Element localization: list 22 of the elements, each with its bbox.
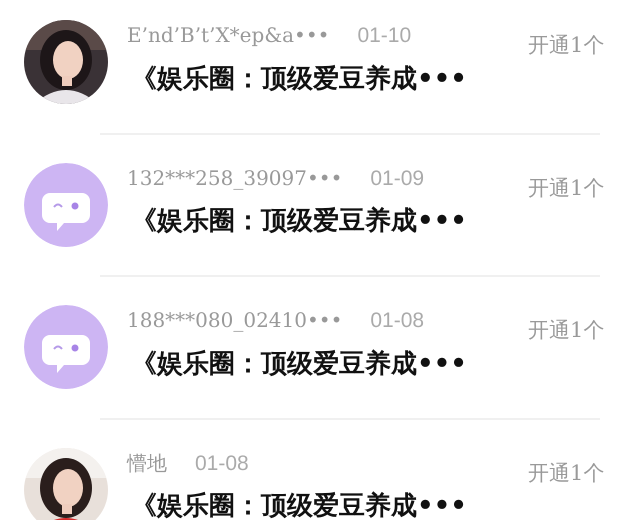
message-preview: 《娱乐圈：顶级爱豆养成••• bbox=[131, 490, 468, 520]
chat-bubble-icon bbox=[24, 162, 108, 246]
subscription-text: 开通1个 bbox=[528, 32, 604, 59]
subscription-text: 开通1个 bbox=[528, 174, 604, 202]
message-preview: 《娱乐圈：顶级爱豆养成••• bbox=[131, 205, 468, 238]
message-date: 01-08 bbox=[370, 308, 424, 334]
subscription-text: 开通1个 bbox=[528, 460, 604, 486]
sender-name: 188***080_02410••• bbox=[127, 307, 342, 334]
message-row[interactable]: 132***258_39097••• 01-09 《娱乐圈：顶级爱豆养成••• 开通1个 bbox=[0, 142, 640, 285]
subscription-text: 开通1个 bbox=[528, 317, 604, 344]
message-preview: 《娱乐圈：顶级爱豆养成••• bbox=[131, 62, 468, 96]
sender-name: 懵地 bbox=[127, 450, 167, 476]
message-row[interactable]: 懵地 01-08 《娱乐圈：顶级爱豆养成••• 开通1个 bbox=[0, 428, 640, 520]
message-date: 01-09 bbox=[370, 166, 424, 192]
message-row[interactable]: E’nd’B’t’X*ep&a••• 01-10 《娱乐圈：顶级爱豆养成••• 开通1个 bbox=[0, 0, 640, 142]
chat-bubble-icon bbox=[24, 305, 108, 389]
message-row[interactable]: 188***080_02410••• 01-08 《娱乐圈：顶级爱豆养成••• 开通1个 bbox=[0, 285, 640, 428]
message-preview: 《娱乐圈：顶级爱豆养成••• bbox=[131, 348, 468, 380]
message-date: 01-08 bbox=[195, 450, 249, 476]
sender-name: E’nd’B’t’X*ep&a••• bbox=[127, 22, 330, 49]
sender-name: 132***258_39097••• bbox=[127, 164, 342, 192]
message-date: 01-10 bbox=[357, 23, 412, 49]
